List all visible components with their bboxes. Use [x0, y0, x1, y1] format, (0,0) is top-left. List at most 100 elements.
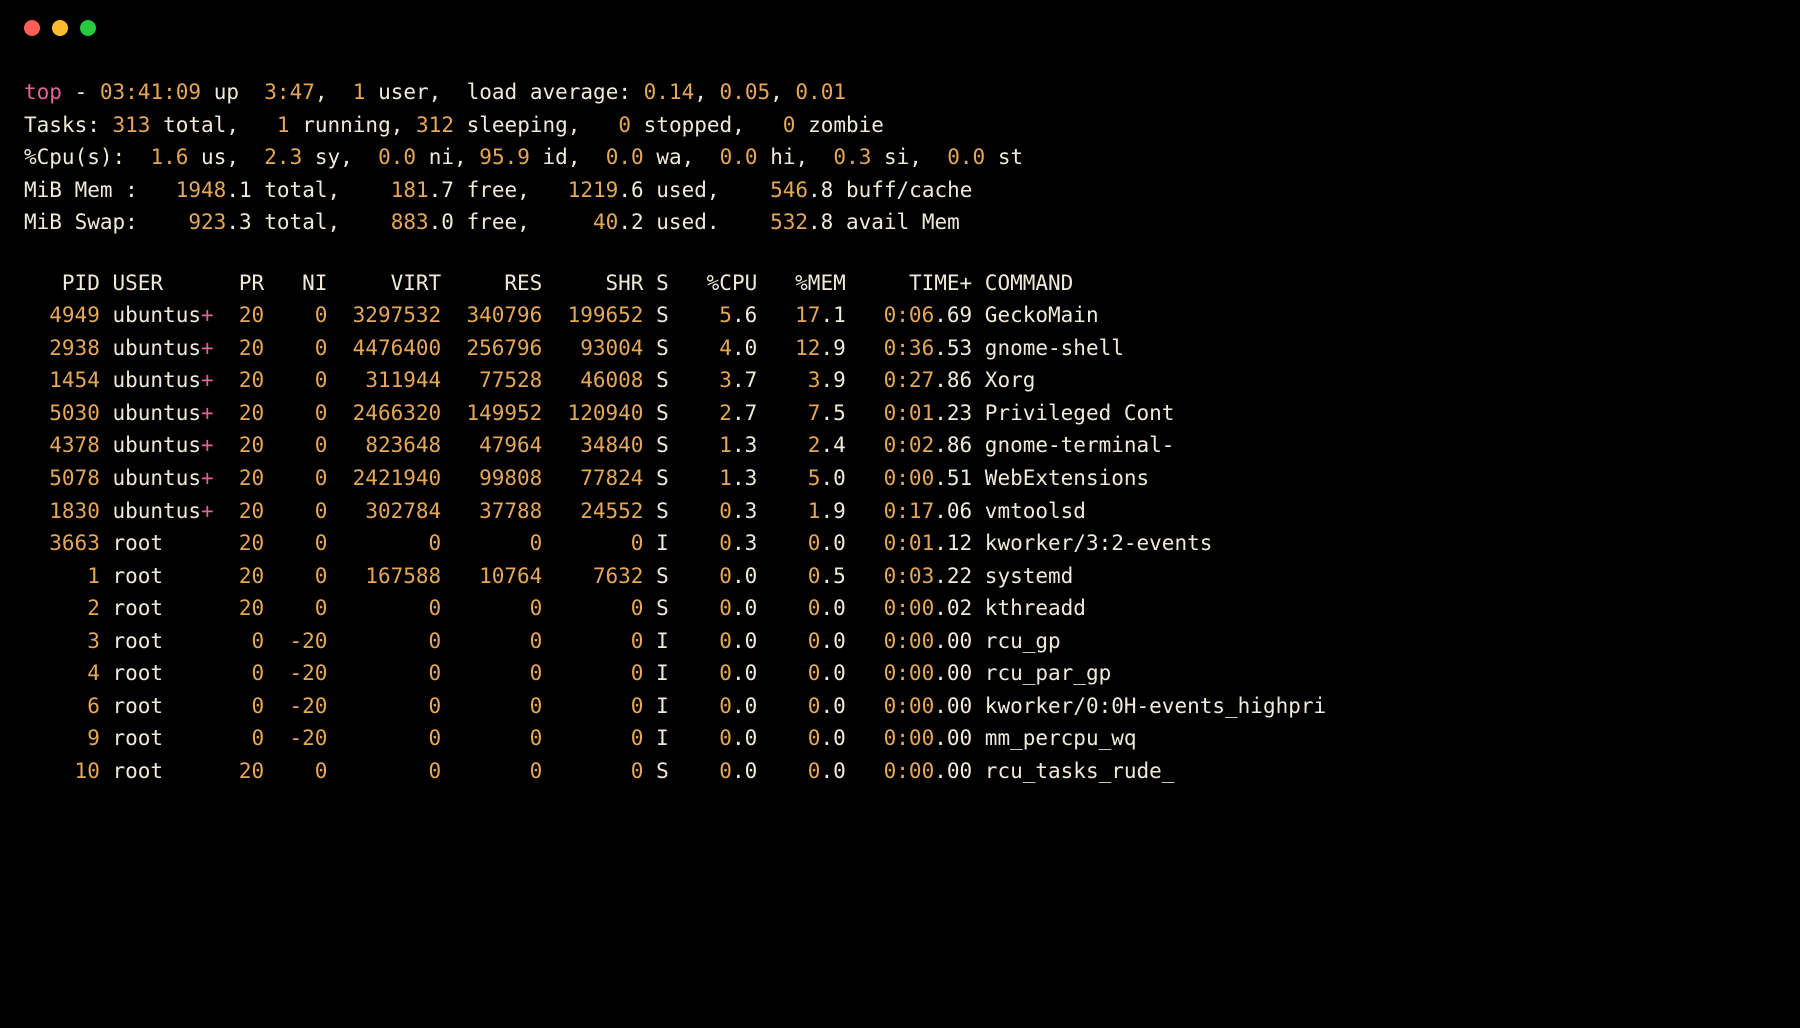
cell-time: 0:06.69: [846, 299, 972, 332]
cell-virt: 823648: [327, 429, 441, 462]
cell-time: 0:01.23: [846, 397, 972, 430]
cpu-sy: 2.3: [264, 145, 302, 169]
cpu-line: %Cpu(s): 1.6 us, 2.3 sy, 0.0 ni, 95.9 id…: [24, 141, 1776, 174]
cell-state: I: [643, 690, 668, 723]
cell-shr: 120940: [542, 397, 643, 430]
cell-user: root: [100, 625, 214, 658]
cell-virt: 2421940: [327, 462, 441, 495]
process-table-body: 4949ubuntus+2003297532340796199652S5.617…: [24, 299, 1776, 787]
mem-free: 181: [391, 178, 429, 202]
cell-pr: 0: [214, 625, 265, 658]
cell-user: root: [100, 657, 214, 690]
cpu-us: 1.6: [150, 145, 188, 169]
close-icon[interactable]: [24, 20, 40, 36]
process-row: 1root200167588107647632S0.00.50:03.22sys…: [24, 560, 1776, 593]
cell-res: 149952: [441, 397, 542, 430]
cell-state: S: [643, 397, 668, 430]
cell-shr: 0: [542, 625, 643, 658]
cell-time: 0:00.00: [846, 625, 972, 658]
cell-cpu: 1.3: [669, 429, 758, 462]
cell-mem: 0.0: [757, 755, 846, 788]
cell-pid: 10: [24, 755, 100, 788]
cell-res: 99808: [441, 462, 542, 495]
cell-mem: 0.0: [757, 722, 846, 755]
cell-time: 0:00.00: [846, 755, 972, 788]
cell-state: I: [643, 625, 668, 658]
cell-pid: 4949: [24, 299, 100, 332]
col-pid: PID: [24, 267, 100, 300]
cell-cpu: 0.0: [669, 722, 758, 755]
cell-command: rcu_gp: [972, 625, 1776, 658]
cell-virt: 0: [327, 625, 441, 658]
summary-line: top - 03:41:09 up 3:47, 1 user, load ave…: [24, 76, 1776, 109]
cell-res: 0: [441, 722, 542, 755]
load-3: 0.01: [795, 80, 846, 104]
cell-mem: 12.9: [757, 332, 846, 365]
cell-res: 340796: [441, 299, 542, 332]
cell-virt: 0: [327, 657, 441, 690]
cpu-wa: 0.0: [606, 145, 644, 169]
col-cpu: %CPU: [669, 267, 758, 300]
cell-cpu: 3.7: [669, 364, 758, 397]
process-row: 6root0-20000I0.00.00:00.00kworker/0:0H-e…: [24, 690, 1776, 723]
cell-pid: 1830: [24, 495, 100, 528]
cell-command: Privileged Cont: [972, 397, 1776, 430]
cpu-hi: 0.0: [720, 145, 758, 169]
cell-cpu: 0.0: [669, 592, 758, 625]
cell-pr: 20: [214, 755, 265, 788]
cell-shr: 0: [542, 592, 643, 625]
cell-state: I: [643, 527, 668, 560]
cell-shr: 0: [542, 657, 643, 690]
process-row: 9root0-20000I0.00.00:00.00mm_percpu_wq: [24, 722, 1776, 755]
cell-virt: 311944: [327, 364, 441, 397]
cell-res: 256796: [441, 332, 542, 365]
cell-pr: 20: [214, 495, 265, 528]
cell-pid: 4: [24, 657, 100, 690]
cell-mem: 0.0: [757, 625, 846, 658]
process-table-header: PID USER PR NI VIRT RES SHR S %CPU %MEM …: [24, 267, 1776, 300]
zoom-icon[interactable]: [80, 20, 96, 36]
col-user: USER: [100, 267, 214, 300]
cell-shr: 77824: [542, 462, 643, 495]
cell-user: root: [100, 722, 214, 755]
cell-pr: 20: [214, 429, 265, 462]
cell-time: 0:00.00: [846, 657, 972, 690]
col-shr: SHR: [542, 267, 643, 300]
cell-mem: 1.9: [757, 495, 846, 528]
cell-state: I: [643, 722, 668, 755]
cell-cpu: 0.0: [669, 690, 758, 723]
mem-total: 1948: [176, 178, 227, 202]
col-cmd: COMMAND: [972, 267, 1776, 300]
cell-time: 0:03.22: [846, 560, 972, 593]
cell-res: 77528: [441, 364, 542, 397]
minimize-icon[interactable]: [52, 20, 68, 36]
cpu-st: 0.0: [947, 145, 985, 169]
cell-pid: 6: [24, 690, 100, 723]
cell-cpu: 0.0: [669, 625, 758, 658]
cell-mem: 0.0: [757, 690, 846, 723]
cell-user: ubuntus+: [100, 299, 214, 332]
process-row: 1454ubuntus+2003119447752846008S3.73.90:…: [24, 364, 1776, 397]
cell-virt: 4476400: [327, 332, 441, 365]
cell-time: 0:01.12: [846, 527, 972, 560]
cell-shr: 34840: [542, 429, 643, 462]
cell-command: kthreadd: [972, 592, 1776, 625]
cell-res: 0: [441, 755, 542, 788]
cell-command: WebExtensions: [972, 462, 1776, 495]
cell-pid: 5078: [24, 462, 100, 495]
cell-res: 0: [441, 625, 542, 658]
cell-ni: 0: [264, 429, 327, 462]
process-row: 3root0-20000I0.00.00:00.00rcu_gp: [24, 625, 1776, 658]
tasks-sleeping: 312: [416, 113, 454, 137]
cell-shr: 0: [542, 527, 643, 560]
cell-res: 47964: [441, 429, 542, 462]
cell-shr: 46008: [542, 364, 643, 397]
cell-cpu: 0.0: [669, 657, 758, 690]
cell-ni: -20: [264, 722, 327, 755]
cell-virt: 0: [327, 755, 441, 788]
cell-pid: 2: [24, 592, 100, 625]
tasks-line: Tasks: 313 total, 1 running, 312 sleepin…: [24, 109, 1776, 142]
cell-ni: -20: [264, 657, 327, 690]
cell-cpu: 0.3: [669, 527, 758, 560]
cell-pr: 20: [214, 299, 265, 332]
